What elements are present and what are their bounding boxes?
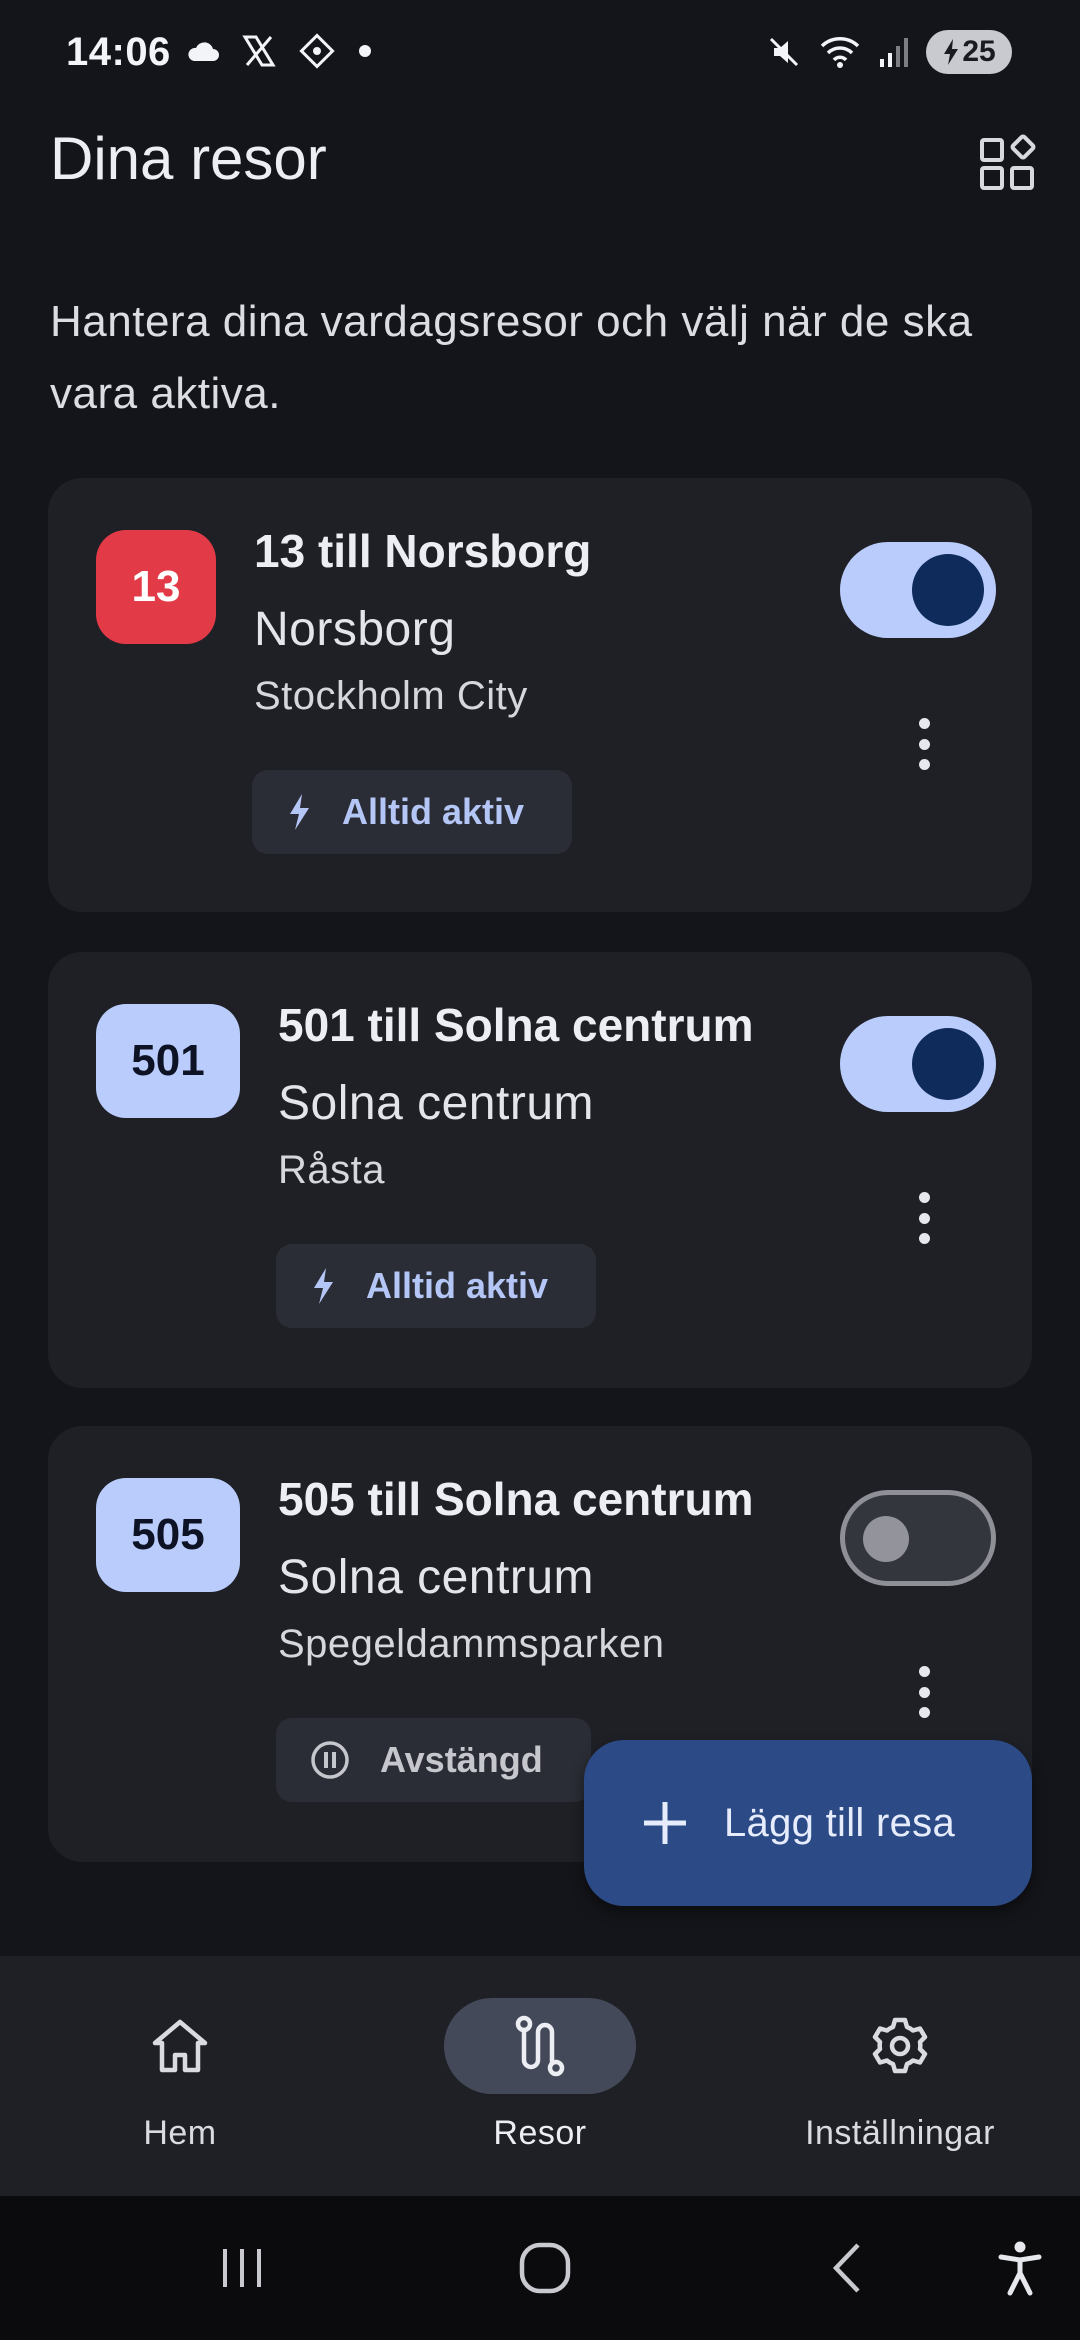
route-icon <box>515 2015 565 2077</box>
more-options-button[interactable] <box>904 714 944 774</box>
trip-destination: Solna centrum <box>278 1551 594 1604</box>
more-dot <box>918 1212 930 1224</box>
trip-card[interactable]: 13 13 till Norsborg Norsborg Stockholm C… <box>48 478 1032 912</box>
line-badge: 505 <box>96 1478 240 1592</box>
nav-label: Hem <box>143 2114 217 2152</box>
home-icon <box>152 2019 208 2073</box>
status-chip-label: Alltid aktiv <box>366 1265 549 1306</box>
line-badge: 13 <box>96 530 216 644</box>
page-subtitle: Hantera dina vardagsresor och välj när d… <box>50 297 973 418</box>
status-right-icons: 25 <box>766 30 1012 74</box>
cloud-icon <box>188 42 219 61</box>
back-icon <box>832 2243 860 2293</box>
trip-origin: Råsta <box>278 1148 385 1192</box>
toggle-knob <box>912 1028 984 1100</box>
more-dot <box>918 1666 930 1677</box>
add-trip-label: Lägg till resa <box>724 1800 955 1845</box>
accessibility-button[interactable] <box>980 2232 1060 2304</box>
more-options-button[interactable] <box>904 1662 944 1722</box>
more-dot <box>918 1233 930 1244</box>
battery-charging-icon <box>944 39 959 65</box>
page-title: Dina resor <box>50 125 327 192</box>
diamond-app-icon <box>299 33 335 69</box>
nav-item-settings[interactable]: Inställningar <box>750 1998 1050 2153</box>
trip-title: 505 till Solna centrum <box>278 1473 754 1525</box>
line-badge: 501 <box>96 1004 240 1118</box>
trip-destination: Norsborg <box>254 603 456 656</box>
nav-icon-container <box>84 1998 276 2094</box>
recents-button[interactable] <box>202 2232 282 2304</box>
battery-level: 25 <box>962 35 996 68</box>
widgets-icon <box>980 134 1036 190</box>
trip-destination: Solna centrum <box>278 1077 594 1130</box>
more-options-button[interactable] <box>904 1188 944 1248</box>
battery-indicator: 25 <box>926 30 1012 74</box>
toggle-knob <box>912 554 984 626</box>
status-chip-label: Alltid aktiv <box>342 791 525 832</box>
status-chip: Alltid aktiv <box>276 1244 597 1328</box>
more-dot <box>918 1192 930 1203</box>
nav-icon-container <box>444 1998 636 2094</box>
trip-origin: Stockholm City <box>254 674 528 718</box>
add-trip-button[interactable]: Lägg till resa <box>584 1740 1032 1906</box>
nav-item-trips[interactable]: Resor <box>390 1998 690 2153</box>
back-button[interactable] <box>808 2232 888 2304</box>
wifi-icon <box>820 37 860 68</box>
status-time: 14:06 <box>66 30 171 74</box>
recents-icon <box>223 2249 261 2287</box>
trip-origin: Spegeldammsparken <box>278 1622 665 1666</box>
trip-toggle[interactable] <box>840 1490 996 1586</box>
status-left-icons <box>186 32 372 70</box>
status-bar: 14:06 25 <box>0 0 1080 104</box>
home-system-button[interactable] <box>505 2232 585 2304</box>
status-chip: Avstängd <box>276 1718 591 1802</box>
nav-item-home[interactable]: Hem <box>30 1998 330 2153</box>
x-logo-icon <box>242 35 276 67</box>
gear-icon <box>872 2017 928 2074</box>
pause-icon <box>311 1741 349 1779</box>
nav-label: Resor <box>493 2114 587 2152</box>
nav-icon-container <box>804 1998 996 2094</box>
screen: 14:06 25 Dina resor Hantera dina vardags… <box>0 0 1080 2340</box>
more-dot <box>918 738 930 750</box>
status-chip: Alltid aktiv <box>252 770 573 854</box>
trip-card[interactable]: 501 501 till Solna centrum Solna centrum… <box>48 952 1032 1388</box>
trip-toggle[interactable] <box>840 1016 996 1112</box>
plus-icon <box>644 1802 686 1844</box>
trip-title: 13 till Norsborg <box>254 525 592 577</box>
more-dot <box>918 718 930 729</box>
signal-icon <box>880 38 908 67</box>
toggle-knob <box>863 1516 909 1562</box>
more-dot <box>918 1686 930 1698</box>
more-dot <box>918 1707 930 1718</box>
system-navigation-bar <box>0 2196 1080 2340</box>
accessibility-icon <box>998 2241 1042 2296</box>
trip-toggle[interactable] <box>840 542 996 638</box>
mute-icon <box>769 37 799 67</box>
status-chip-label: Avstängd <box>380 1739 543 1780</box>
nav-label: Inställningar <box>805 2114 995 2152</box>
dot-icon <box>359 45 371 57</box>
bolt-icon <box>290 794 309 830</box>
trip-title: 501 till Solna centrum <box>278 999 754 1051</box>
bolt-icon <box>314 1268 333 1304</box>
bottom-navigation: Hem Resor Inställningar <box>0 1956 1080 2196</box>
more-dot <box>918 759 930 770</box>
home-circle-icon <box>519 2242 571 2294</box>
widgets-button[interactable] <box>974 130 1042 198</box>
